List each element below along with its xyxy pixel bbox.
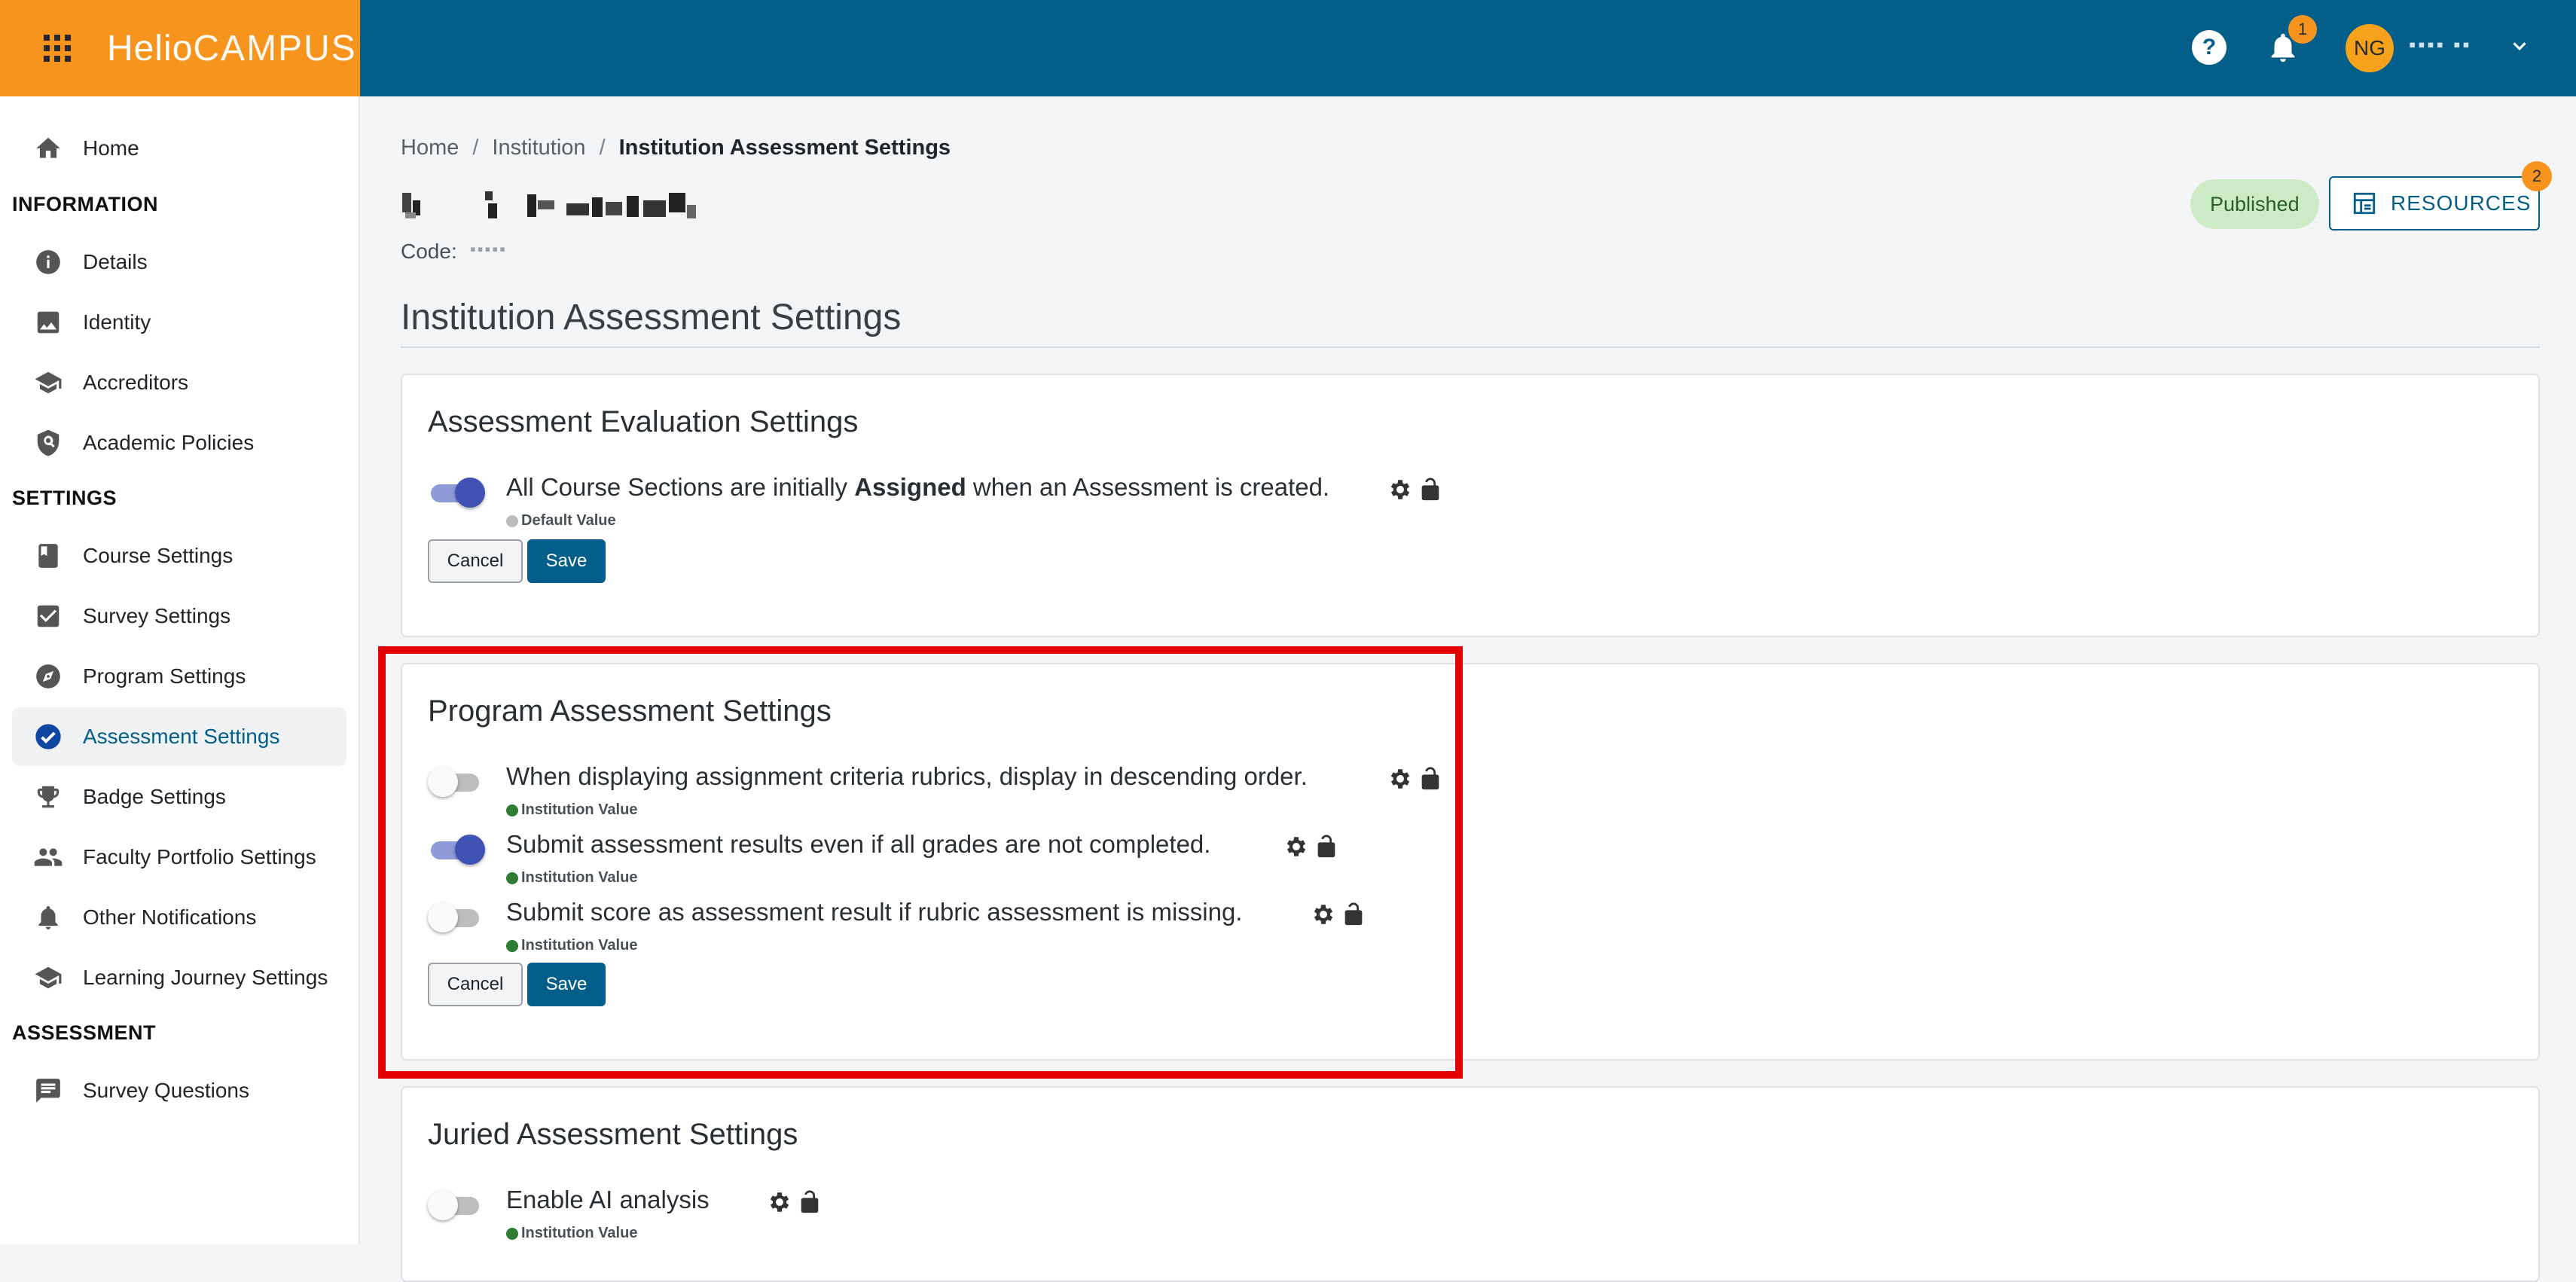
sidebar-item-label: Home (83, 136, 139, 160)
setting-text: All Course Sections are initially Assign… (506, 473, 1330, 501)
save-button[interactable]: Save (527, 539, 606, 583)
home-icon (32, 132, 65, 165)
sidebar-item-badge-settings[interactable]: Badge Settings (12, 768, 346, 826)
setting-row: All Course Sections are initially Assign… (428, 473, 1482, 533)
sidebar-item-label: Survey Questions (83, 1079, 249, 1102)
sidebar-item-label: Assessment Settings (83, 725, 280, 748)
check-box-icon (32, 600, 65, 633)
notifications-count-badge: 1 (2288, 15, 2317, 44)
page-title: Institution Assessment Settings (401, 298, 902, 337)
institution-value-dot (506, 1227, 518, 1240)
sidebar-item-assessment-settings[interactable]: Assessment Settings (12, 707, 346, 766)
setting-actions (1387, 473, 1448, 506)
school-icon (32, 366, 65, 399)
sidebar-item-label: Accreditors (83, 371, 189, 394)
resources-icon (2353, 192, 2376, 215)
sidebar-section-assessment: ASSESSMENT (12, 1021, 157, 1044)
assessment-evaluation-card: Assessment Evaluation Settings All Cours… (401, 374, 2540, 637)
default-value-dot (506, 514, 518, 527)
resources-label: RESOURCES (2391, 191, 2532, 215)
enable-ai-analysis-toggle[interactable] (428, 1190, 482, 1220)
sidebar-item-program-settings[interactable]: Program Settings (12, 647, 346, 706)
institution-name-redacted (402, 191, 696, 218)
breadcrumb-institution[interactable]: Institution (492, 136, 585, 160)
breadcrumb-current: Institution Assessment Settings (618, 136, 951, 160)
lock-open-icon[interactable] (797, 1189, 823, 1215)
info-icon (32, 246, 65, 279)
explore-icon (32, 660, 65, 693)
sidebar-section-settings: SETTINGS (12, 487, 118, 509)
sidebar-item-label: Academic Policies (83, 431, 255, 454)
sidebar-item-course-settings[interactable]: Course Settings (12, 527, 346, 585)
resources-button[interactable]: RESOURCES (2329, 176, 2540, 230)
status-badge: Published (2190, 179, 2319, 229)
setting-source: Institution Value (506, 1225, 637, 1242)
chevron-down-icon[interactable] (2508, 35, 2531, 57)
courses-assigned-toggle[interactable] (428, 478, 485, 508)
sidebar-item-label: Identity (83, 310, 151, 334)
book-icon (32, 539, 65, 572)
lock-open-icon[interactable] (1418, 477, 1443, 502)
help-icon[interactable]: ? (2192, 30, 2227, 65)
bell-icon (32, 901, 65, 934)
sidebar-item-label: Badge Settings (83, 785, 226, 808)
setting-row: Enable AI analysis Institution Value (428, 1186, 1030, 1246)
highlight-box (378, 646, 1463, 1079)
sidebar-item-home[interactable]: Home (12, 119, 346, 178)
sidebar-item-other-notifications[interactable]: Other Notifications (12, 888, 346, 947)
sidebar-item-label: Survey Settings (83, 604, 231, 627)
school-icon (32, 961, 65, 994)
sidebar-item-label: Course Settings (83, 544, 233, 567)
sidebar-item-label: Faculty Portfolio Settings (83, 845, 316, 868)
comment-icon (32, 1074, 65, 1107)
setting-actions (767, 1186, 827, 1219)
sidebar-item-accreditors[interactable]: Accreditors (12, 353, 346, 412)
breadcrumb: Home / Institution / Institution Assessment … (401, 136, 951, 160)
gear-icon[interactable] (1387, 477, 1413, 502)
sidebar-item-label: Program Settings (83, 664, 246, 688)
card-title: Assessment Evaluation Settings (428, 405, 859, 438)
setting-text: Enable AI analysis (506, 1186, 710, 1213)
code-label: Code: (401, 240, 457, 263)
sidebar-section-information: INFORMATION (12, 193, 158, 215)
sidebar-item-label: Details (83, 250, 148, 273)
brand-area: HelioCAMPUS (0, 0, 360, 96)
sidebar-item-details[interactable]: Details (12, 233, 346, 292)
cancel-button[interactable]: Cancel (428, 539, 523, 583)
title-divider (401, 346, 2540, 348)
sidebar-item-survey-settings[interactable]: Survey Settings (12, 587, 346, 646)
card-title: Juried Assessment Settings (428, 1118, 798, 1151)
resources-count-badge: 2 (2522, 161, 2552, 191)
user-avatar[interactable]: NG (2346, 24, 2394, 72)
trophy-icon (32, 780, 65, 813)
breadcrumb-home[interactable]: Home (401, 136, 459, 160)
sidebar-item-label: Other Notifications (83, 905, 257, 929)
gear-icon[interactable] (767, 1189, 792, 1215)
sidebar: Home INFORMATION Details Identity Accred… (0, 96, 360, 1244)
sidebar-item-label: Learning Journey Settings (83, 966, 328, 989)
sidebar-item-academic-policies[interactable]: Academic Policies (12, 414, 346, 472)
apps-grid-icon[interactable] (44, 35, 71, 62)
top-bar: HelioCAMPUS ? 1 NG ▪▪▪▪ ▪▪ (0, 0, 2576, 96)
setting-source: Default Value (506, 512, 616, 530)
user-name[interactable]: ▪▪▪▪ ▪▪ (2409, 33, 2472, 56)
sidebar-item-faculty-portfolio-settings[interactable]: Faculty Portfolio Settings (12, 828, 346, 887)
code-value: ▪▪▪▪▪ (470, 240, 507, 258)
check-circle-icon (32, 720, 65, 753)
sidebar-item-learning-journey-settings[interactable]: Learning Journey Settings (12, 948, 346, 1007)
heliocampus-logo[interactable]: HelioCAMPUS (107, 28, 357, 69)
people-icon (32, 841, 65, 874)
policy-icon (32, 426, 65, 459)
sidebar-item-survey-questions[interactable]: Survey Questions (12, 1061, 346, 1120)
image-icon (32, 306, 65, 339)
juried-assessment-card: Juried Assessment Settings Enable AI ana… (401, 1086, 2540, 1282)
sidebar-item-identity[interactable]: Identity (12, 293, 346, 352)
